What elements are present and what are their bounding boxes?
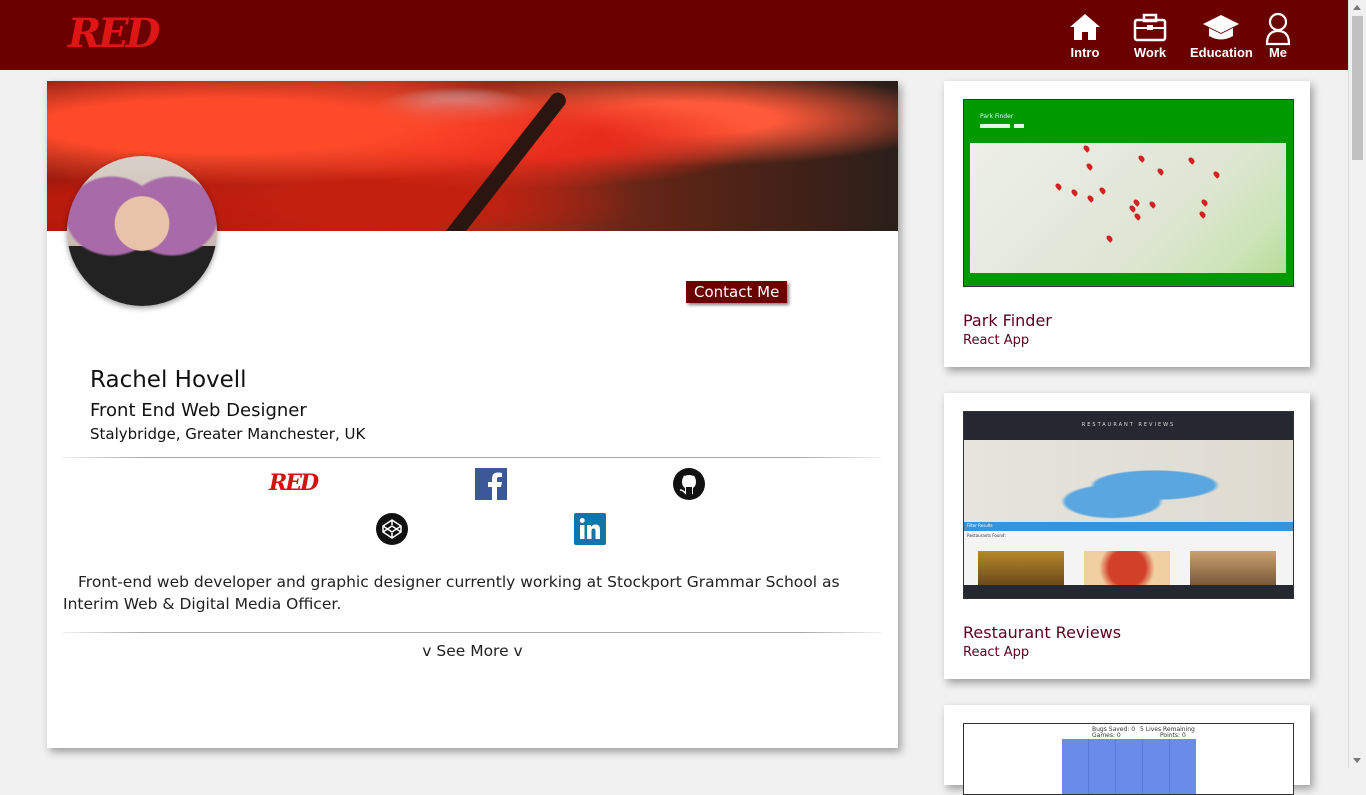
profile-card: Contact Me Rachel Hovell Front End Web D… xyxy=(47,81,898,748)
project-card-bug-game[interactable]: Bugs Saved: 0 Games: 0 5 Lives Remaining… xyxy=(944,705,1310,795)
restaurant-thumb xyxy=(978,551,1064,585)
map-area xyxy=(970,143,1286,273)
restaurant-reviews-screenshot: RESTAURANT REVIEWS Filter Results Restau… xyxy=(963,411,1294,599)
results-area: Restaurants Found: xyxy=(964,531,1293,585)
project-title: Restaurant Reviews xyxy=(963,623,1122,642)
nav-item-me[interactable]: Me xyxy=(1264,12,1292,60)
map-pin xyxy=(1098,186,1107,195)
map-pin xyxy=(1198,210,1207,219)
avatar xyxy=(67,156,217,306)
nav-label-me: Me xyxy=(1268,45,1288,60)
map-area xyxy=(964,440,1293,522)
bug-game-screenshot: Bugs Saved: 0 Games: 0 5 Lives Remaining… xyxy=(963,723,1294,795)
map-pin xyxy=(1105,234,1114,243)
project-title: Park Finder xyxy=(963,311,1052,330)
nav-label-work: Work xyxy=(1133,45,1167,60)
project-subtitle: React App xyxy=(963,333,1030,348)
filter-bar: Filter Results xyxy=(964,522,1293,531)
briefcase-icon xyxy=(1133,13,1167,42)
park-finder-screenshot: Park Finder xyxy=(963,99,1294,287)
profile-bio: Front-end web developer and graphic desi… xyxy=(63,573,840,613)
nav-item-work[interactable]: Work xyxy=(1132,12,1168,60)
profile-name: Rachel Hovell xyxy=(90,367,247,393)
map-pin xyxy=(1133,212,1142,221)
scroll-down-arrow[interactable] xyxy=(1353,758,1361,763)
nav-label-intro: Intro xyxy=(1070,45,1100,60)
nav-item-intro[interactable]: Intro xyxy=(1068,12,1102,60)
graduation-cap-icon xyxy=(1203,15,1240,40)
games-stat: Games: 0 xyxy=(1092,732,1121,739)
map-pin xyxy=(1085,162,1094,171)
points-stat: Points: 0 xyxy=(1160,732,1186,739)
map-pin xyxy=(1200,198,1209,207)
scrollbar-thumb[interactable] xyxy=(1352,16,1363,160)
filter-label: Filter Results xyxy=(967,523,993,528)
screenshot-button xyxy=(1014,124,1024,128)
project-card-restaurant-reviews[interactable]: RESTAURANT REVIEWS Filter Results Restau… xyxy=(944,393,1310,679)
map-pin xyxy=(1212,170,1221,179)
red-logo[interactable]: RED xyxy=(68,10,160,57)
home-icon xyxy=(1070,14,1100,40)
facebook-icon[interactable] xyxy=(475,468,507,500)
map-pin xyxy=(1086,194,1095,203)
map-pin xyxy=(1156,167,1165,176)
contact-me-button[interactable]: Contact Me xyxy=(686,281,788,303)
restaurant-thumb xyxy=(1190,551,1276,585)
project-subtitle: React App xyxy=(963,645,1030,660)
nav-item-education[interactable]: Education xyxy=(1190,12,1253,60)
screenshot-input xyxy=(980,124,1010,128)
map-pin xyxy=(1070,188,1079,197)
codepen-icon[interactable] xyxy=(376,513,408,545)
map-pin xyxy=(1054,182,1063,191)
profile-location: Stalybridge, Greater Manchester, UK xyxy=(90,425,366,443)
branch-decoration xyxy=(420,89,570,231)
top-navbar: RED Intro Work Education Me xyxy=(0,0,1349,70)
user-icon xyxy=(1265,12,1291,46)
restaurant-thumb xyxy=(1084,551,1170,585)
nav-label-education: Education xyxy=(1190,45,1253,60)
map-pin xyxy=(1137,154,1146,163)
red-logo-link[interactable]: RED xyxy=(269,467,319,499)
profile-role: Front End Web Designer xyxy=(90,400,307,421)
game-board xyxy=(1062,739,1196,794)
map-pin xyxy=(1082,144,1091,153)
map-pin xyxy=(1187,156,1196,165)
screenshot-heading: Park Finder xyxy=(980,113,1014,120)
linkedin-icon[interactable] xyxy=(574,513,606,545)
scroll-up-arrow[interactable] xyxy=(1353,5,1361,10)
page-scrollbar[interactable] xyxy=(1348,0,1366,768)
github-icon[interactable] xyxy=(673,468,705,500)
see-more-link[interactable]: v See More v xyxy=(47,642,898,660)
project-card-park-finder[interactable]: Park Finder Park Finder React App xyxy=(944,81,1310,367)
screenshot-heading: RESTAURANT REVIEWS xyxy=(1081,422,1176,428)
divider-top xyxy=(62,457,882,458)
map-pin xyxy=(1148,200,1157,209)
divider-bottom xyxy=(62,632,882,633)
results-found-label: Restaurants Found: xyxy=(967,533,1006,538)
